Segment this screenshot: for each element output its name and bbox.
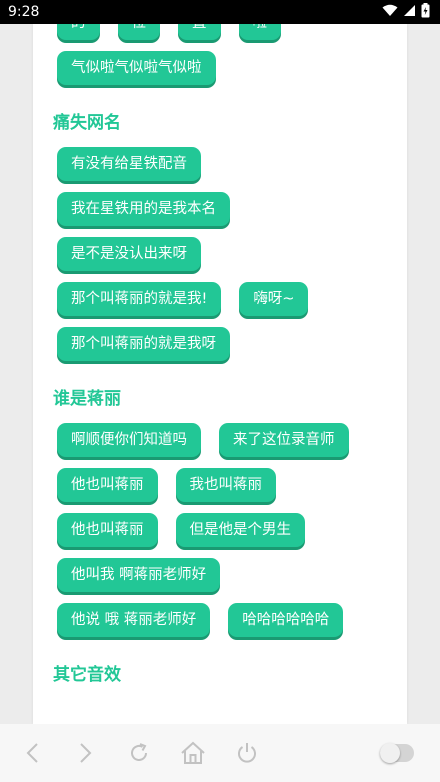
sound-button[interactable]: 啦 <box>238 24 281 40</box>
section-buttons: 有没有给星铁配音 <box>53 147 387 192</box>
sound-button[interactable]: 置 <box>178 24 221 40</box>
forward-icon[interactable] <box>70 738 100 768</box>
sound-button[interactable]: 啊顺便你们知道吗 <box>57 423 201 457</box>
top-partial-buttons: 的 位 置 啦 <box>53 24 387 51</box>
section-title: 其它音效 <box>53 665 121 685</box>
battery-icon <box>421 2 430 22</box>
bottom-nav-bar <box>0 724 440 782</box>
sound-button[interactable]: 气似啦气似啦气似啦 <box>57 51 216 85</box>
power-icon[interactable] <box>232 738 262 768</box>
sound-button[interactable]: 来了这位录音师 <box>219 423 349 457</box>
sound-button[interactable]: 那个叫蒋丽的就是我呀 <box>57 327 230 361</box>
content-card: 的 位 置 啦 气似啦气似啦气似啦 痛失网名 有没有给星铁配音 我在星铁用的是我… <box>33 24 407 724</box>
sound-button[interactable]: 他叫我 啊蒋丽老师好 <box>57 558 221 592</box>
section-title: 痛失网名 <box>53 113 121 133</box>
sound-button[interactable]: 嗨呀~ <box>239 282 309 316</box>
section-title: 谁是蒋丽 <box>53 389 121 409</box>
home-icon[interactable] <box>178 738 208 768</box>
status-bar: 9:28 <box>0 0 440 24</box>
sound-button[interactable]: 是不是没认出来呀 <box>57 237 201 271</box>
status-icons <box>382 2 430 22</box>
sound-button[interactable]: 我也叫蒋丽 <box>175 468 276 502</box>
sound-button[interactable]: 的 <box>57 24 100 40</box>
sound-button[interactable]: 位 <box>117 24 160 40</box>
sound-button[interactable]: 他说 哦 蒋丽老师好 <box>57 603 211 637</box>
toggle-switch[interactable] <box>380 743 414 763</box>
sound-button[interactable]: 但是他是个男生 <box>175 513 305 547</box>
sound-button[interactable]: 那个叫蒋丽的就是我! <box>57 282 222 316</box>
status-time: 9:28 <box>8 4 40 20</box>
sound-board: 的 位 置 啦 气似啦气似啦气似啦 痛失网名 有没有给星铁配音 我在星铁用的是我… <box>33 24 407 699</box>
sound-button[interactable]: 哈哈哈哈哈哈 <box>228 603 344 637</box>
wifi-icon <box>382 4 398 21</box>
section-buttons: 啊顺便你们知道吗 来了这位录音师 <box>53 423 387 468</box>
sound-button[interactable]: 他也叫蒋丽 <box>57 468 158 502</box>
toggle-knob <box>380 743 400 763</box>
sound-button[interactable]: 他也叫蒋丽 <box>57 513 158 547</box>
sound-button[interactable]: 有没有给星铁配音 <box>57 147 201 181</box>
sound-button[interactable]: 我在星铁用的是我本名 <box>57 192 230 226</box>
signal-icon <box>403 4 416 21</box>
refresh-icon[interactable] <box>124 738 154 768</box>
back-icon[interactable] <box>18 738 48 768</box>
